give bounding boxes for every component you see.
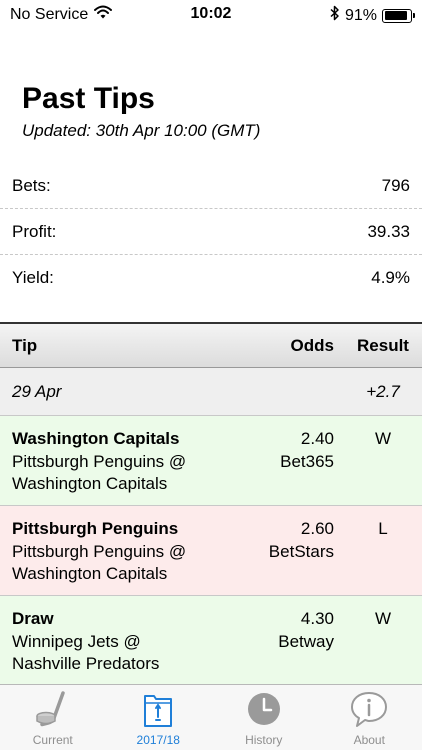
info-icon xyxy=(349,690,389,730)
tip-match: Pittsburgh Penguins @ xyxy=(12,541,187,561)
tip-pick: Pittsburgh Penguins xyxy=(12,519,179,538)
tab-2017-18[interactable]: 2017/18 xyxy=(106,685,212,750)
battery-level xyxy=(384,11,408,20)
stat-value: 796 xyxy=(381,175,410,195)
odds-cell: 2.40 Bet365 xyxy=(244,428,344,505)
bluetooth-icon xyxy=(330,5,340,26)
bookmaker: Betway xyxy=(278,631,334,651)
day-total: +2.7 xyxy=(366,381,400,401)
bookmaker: BetStars xyxy=(268,541,334,561)
table-row[interactable]: Draw Winnipeg Jets @ Nashville Predators… xyxy=(0,596,422,686)
clock-icon xyxy=(244,690,284,730)
column-header-result: Result xyxy=(357,335,409,355)
tab-label: History xyxy=(245,733,283,747)
stat-label: Yield: xyxy=(12,268,54,287)
updated-timestamp: Updated: 30th Apr 10:00 (GMT) xyxy=(22,121,261,140)
tip-pick: Draw xyxy=(12,609,54,628)
hockey-icon xyxy=(33,690,73,730)
tip-match: Pittsburgh Penguins @ xyxy=(12,451,187,471)
tip-pick: Washington Capitals xyxy=(12,429,180,448)
stat-value: 39.33 xyxy=(367,221,410,241)
tips-table: Tip Odds Result 29 Apr +2.7 Washington C… xyxy=(0,322,422,686)
stats-summary: Bets: 796 Profit: 39.33 Yield: 4.9% xyxy=(0,163,422,301)
battery-icon xyxy=(382,8,415,23)
table-row[interactable]: Pittsburgh Penguins Pittsburgh Penguins … xyxy=(0,506,422,596)
table-header: Tip Odds Result xyxy=(0,322,422,368)
result-cell: W xyxy=(374,609,392,628)
stat-row-yield: Yield: 4.9% xyxy=(0,255,422,301)
stat-label: Bets: xyxy=(12,175,51,195)
folder-icon xyxy=(138,690,178,730)
day-summary-row: 29 Apr +2.7 xyxy=(0,368,422,416)
result-cell: W xyxy=(374,429,392,448)
tab-label: Current xyxy=(32,733,73,747)
tip-match: Nashville Predators xyxy=(12,654,160,673)
page-title: Past Tips xyxy=(22,82,155,115)
status-bar: No Service 10:02 91% xyxy=(0,0,422,30)
tab-about[interactable]: About xyxy=(317,685,422,750)
day-date: 29 Apr xyxy=(12,381,62,401)
column-header-odds: Odds xyxy=(290,335,334,355)
odds-value: 2.60 xyxy=(300,519,334,538)
tab-bar: Current 2017/18 History About xyxy=(0,684,422,750)
tip-match: Winnipeg Jets @ xyxy=(12,631,141,651)
tip-match: Washington Capitals xyxy=(12,474,168,493)
bookmaker: Bet365 xyxy=(280,451,334,471)
tab-label: About xyxy=(353,733,385,747)
tab-history[interactable]: History xyxy=(211,685,317,750)
tab-label: 2017/18 xyxy=(136,733,180,747)
column-header-tip: Tip xyxy=(12,335,38,355)
stat-row-bets: Bets: 796 xyxy=(0,163,422,209)
tip-match: Washington Capitals xyxy=(12,564,168,583)
tip-cell: Washington Capitals Pittsburgh Penguins … xyxy=(0,428,244,505)
stat-value: 4.9% xyxy=(371,268,410,287)
tip-cell: Pittsburgh Penguins Pittsburgh Penguins … xyxy=(0,518,244,595)
tab-current[interactable]: Current xyxy=(0,685,106,750)
odds-value: 4.30 xyxy=(300,609,334,628)
battery-percent: 91% xyxy=(344,6,377,24)
result-cell: L xyxy=(378,519,388,538)
stat-label: Profit: xyxy=(12,221,57,241)
odds-cell: 2.60 BetStars xyxy=(244,518,344,595)
odds-cell: 4.30 Betway xyxy=(244,608,344,685)
table-row[interactable]: Washington Capitals Pittsburgh Penguins … xyxy=(0,416,422,506)
odds-value: 2.40 xyxy=(300,429,334,448)
tip-cell: Draw Winnipeg Jets @ Nashville Predators xyxy=(0,608,244,685)
stat-row-profit: Profit: 39.33 xyxy=(0,209,422,255)
status-right: 91% xyxy=(330,5,415,26)
